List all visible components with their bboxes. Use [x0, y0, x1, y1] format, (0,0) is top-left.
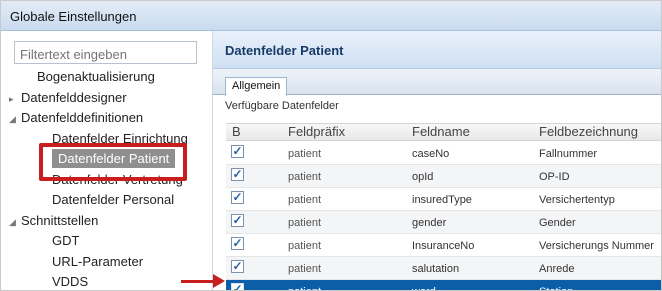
row-checkbox-cell: ✓ — [231, 165, 255, 187]
panel-title: Datenfelder Patient — [225, 43, 344, 58]
tree-item-datenfelder-einrichtung[interactable]: Datenfelder Einrichtung — [52, 131, 188, 151]
tree-item-bogenaktualisierung[interactable]: Bogenaktualisierung — [37, 69, 155, 89]
table-row[interactable]: ✓ patient ward Station — [226, 280, 661, 290]
tab-strip: Allgemein — [213, 69, 661, 96]
row-checkbox-cell: ✓ — [231, 234, 255, 256]
window-title: Globale Einstellungen — [10, 9, 137, 24]
row-checkbox-cell: ✓ — [231, 188, 255, 210]
global-settings-window: Globale Einstellungen Bogenaktualisierun… — [0, 0, 662, 291]
checkbox-checked-icon[interactable]: ✓ — [231, 145, 244, 158]
tree-item-label: Bogenaktualisierung — [37, 69, 155, 84]
tree-item-label: Datenfelder Patient — [52, 149, 176, 168]
row-checkbox-cell: ✓ — [231, 280, 255, 290]
row-checkbox-cell: ✓ — [231, 257, 255, 279]
tree-item-datenfelddefinitionen[interactable]: ◢ Datenfelddefinitionen — [9, 110, 143, 130]
field-prefix-cell: patient — [288, 194, 322, 206]
collapse-arrow-icon[interactable]: ◢ — [9, 217, 21, 228]
tree-item-datenfelder-patient[interactable]: Datenfelder Patient — [52, 149, 176, 171]
column-header-b[interactable]: B — [232, 124, 256, 140]
field-name-cell: opId — [412, 171, 434, 183]
grid-header: B Feldpräfix Feldname Feldbezeichnung — [226, 124, 661, 141]
field-name-cell: ward — [412, 280, 436, 290]
checkbox-checked-icon[interactable]: ✓ — [231, 283, 244, 290]
tree-item-gdt[interactable]: GDT — [52, 233, 79, 253]
field-prefix-cell: patient — [288, 171, 322, 183]
field-prefix-cell: patient — [288, 240, 322, 252]
field-label-cell: Station — [539, 280, 573, 290]
filter-text-input[interactable] — [14, 41, 197, 64]
tree-item-label: Datenfelder Einrichtung — [52, 131, 188, 146]
column-header-field-name[interactable]: Feldname — [412, 124, 470, 140]
column-header-field-label[interactable]: Feldbezeichnung — [539, 124, 638, 140]
checkbox-checked-icon[interactable]: ✓ — [231, 191, 244, 204]
field-label-cell: Versicherungs Nummer — [539, 240, 654, 252]
panel-header: Datenfelder Patient — [213, 31, 661, 69]
tree-item-label: URL-Parameter — [52, 254, 144, 269]
field-name-cell: gender — [412, 217, 447, 229]
field-label-cell: OP-ID — [539, 171, 570, 183]
tree-item-vdds[interactable]: VDDS — [52, 274, 89, 290]
field-label-cell: Versichertentyp — [539, 194, 615, 206]
field-prefix-cell: patient — [288, 217, 322, 229]
field-name-cell: salutation — [412, 263, 460, 275]
tree-item-label: VDDS — [52, 274, 89, 289]
tree-item-label: GDT — [52, 233, 80, 248]
field-prefix-cell: patient — [288, 263, 322, 275]
table-row[interactable]: ✓ patient caseNo Fallnummer — [226, 142, 661, 165]
table-row[interactable]: ✓ patient salutation Anrede — [226, 257, 661, 280]
checkbox-checked-icon[interactable]: ✓ — [231, 237, 244, 250]
row-checkbox-cell: ✓ — [231, 211, 255, 233]
tree-item-label: Datenfelder Personal — [52, 192, 175, 207]
tree-item-datenfelder-vertretung[interactable]: Datenfelder Vertretung — [52, 172, 183, 192]
table-row[interactable]: ✓ patient opId OP-ID — [226, 165, 661, 188]
available-fields-label: Verfügbare Datenfelder — [225, 100, 339, 112]
tree-item-datenfelddesigner[interactable]: ▸ Datenfelddesigner — [9, 90, 127, 110]
field-prefix-cell: patient — [288, 280, 321, 290]
field-label-cell: Fallnummer — [539, 148, 598, 160]
field-label-cell: Gender — [539, 217, 576, 229]
tree-item-schnittstellen[interactable]: ◢ Schnittstellen — [9, 213, 98, 233]
tree-item-label: Datenfelder Vertretung — [52, 172, 183, 187]
tree-item-datenfelder-personal[interactable]: Datenfelder Personal — [52, 192, 174, 212]
checkbox-checked-icon[interactable]: ✓ — [231, 168, 244, 181]
tree-item-label: Schnittstellen — [21, 213, 99, 228]
detail-panel: Datenfelder Patient Allgemein Verfügbare… — [213, 31, 661, 290]
expand-arrow-icon[interactable]: ▸ — [9, 94, 21, 105]
table-row[interactable]: ✓ patient InsuranceNo Versicherungs Nummer — [226, 234, 661, 257]
tree-item-url-parameter[interactable]: URL-Parameter — [52, 254, 143, 274]
tree-item-label: Datenfelddefinitionen — [21, 110, 144, 125]
checkbox-checked-icon[interactable]: ✓ — [231, 214, 244, 227]
field-name-cell: caseNo — [412, 148, 450, 160]
field-name-cell: insuredType — [412, 194, 472, 206]
table-row[interactable]: ✓ patient insuredType Versichertentyp — [226, 188, 661, 211]
tree-item-label: Datenfelddesigner — [21, 90, 127, 105]
field-label-cell: Anrede — [539, 263, 575, 275]
field-name-cell: InsuranceNo — [412, 240, 475, 252]
collapse-arrow-icon[interactable]: ◢ — [9, 114, 21, 125]
window-title-bar: Globale Einstellungen — [1, 1, 661, 31]
table-row[interactable]: ✓ patient gender Gender — [226, 211, 661, 234]
column-header-prefix[interactable]: Feldpräfix — [288, 124, 345, 140]
data-fields-grid: B Feldpräfix Feldname Feldbezeichnung ✓ p… — [226, 123, 661, 290]
tab-allgemein[interactable]: Allgemein — [225, 77, 288, 96]
field-prefix-cell: patient — [288, 148, 322, 160]
row-checkbox-cell: ✓ — [231, 142, 255, 164]
checkbox-checked-icon[interactable]: ✓ — [231, 260, 244, 273]
settings-sidebar: Bogenaktualisierung▸Datenfelddesigner◢Da… — [1, 31, 213, 290]
